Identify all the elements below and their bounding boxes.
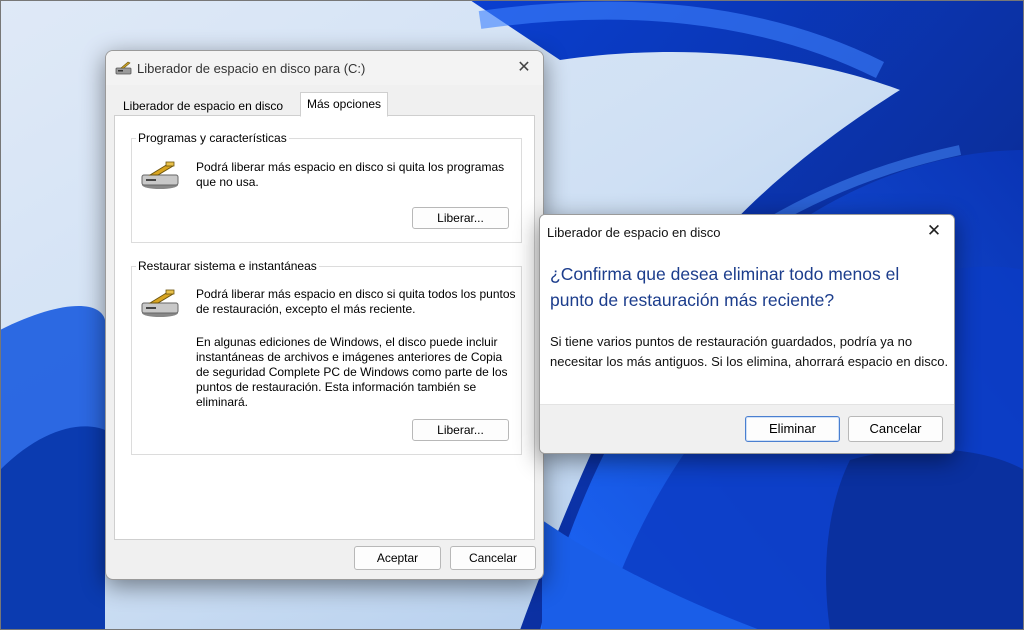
group-title: Programas y características (136, 131, 289, 145)
disk-cleanup-icon (140, 289, 180, 322)
free-up-restore-button[interactable]: Liberar... (412, 419, 509, 441)
delete-button[interactable]: Eliminar (745, 416, 840, 442)
cancel-button[interactable]: Cancelar (450, 546, 536, 570)
accept-button[interactable]: Aceptar (354, 546, 441, 570)
dialog-cancel-button[interactable]: Cancelar (848, 416, 943, 442)
group-title: Restaurar sistema e instantáneas (136, 259, 319, 273)
free-up-programs-button[interactable]: Liberar... (412, 207, 509, 229)
group-description: Podrá liberar más espacio en disco si qu… (196, 287, 516, 316)
dialog-titlebar[interactable]: Liberador de espacio en disco ✕ (540, 215, 954, 247)
disk-cleanup-icon (115, 61, 133, 78)
group-description-extra: En algunas ediciones de Windows, el disc… (196, 335, 508, 409)
close-icon[interactable]: ✕ (513, 57, 535, 79)
disk-cleanup-icon (140, 161, 180, 194)
programs-features-group: Programas y características Podrá libera… (131, 131, 522, 243)
system-restore-group: Restaurar sistema e instantáneas Podrá l… (131, 259, 522, 455)
window-titlebar[interactable]: Liberador de espacio en disco para (C:) … (106, 51, 543, 85)
close-icon[interactable]: ✕ (923, 220, 945, 242)
confirm-dialog: Liberador de espacio en disco ✕ ¿Confirm… (539, 214, 955, 454)
window-title: Liberador de espacio en disco para (C:) (137, 61, 366, 76)
group-description: Podrá liberar más espacio en disco si qu… (196, 160, 505, 189)
disk-cleanup-window: Liberador de espacio en disco para (C:) … (105, 50, 544, 580)
dialog-footer: Eliminar Cancelar (540, 404, 954, 453)
tab-disk-cleanup[interactable]: Liberador de espacio en disco (116, 95, 290, 117)
more-options-panel: Programas y características Podrá libera… (114, 115, 535, 540)
dialog-title: Liberador de espacio en disco (547, 225, 721, 240)
dialog-heading: ¿Confirma que desea eliminar todo menos … (550, 264, 900, 310)
tab-more-options[interactable]: Más opciones (300, 92, 389, 117)
dialog-body: Si tiene varios puntos de restauración g… (550, 334, 949, 369)
